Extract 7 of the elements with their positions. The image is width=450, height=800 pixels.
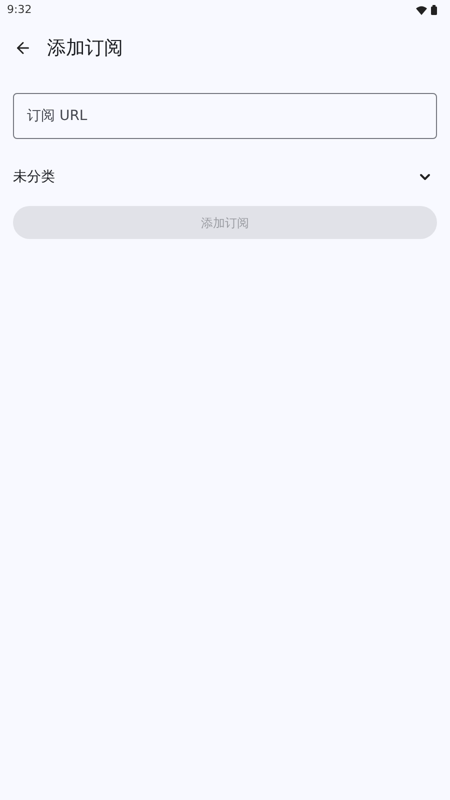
- page-title: 添加订阅: [47, 36, 123, 61]
- url-input-field[interactable]: 订阅 URL: [13, 93, 437, 139]
- wifi-icon: [416, 6, 427, 14]
- battery-icon: [431, 5, 437, 15]
- category-dropdown[interactable]: 未分类: [13, 159, 437, 195]
- status-time: 9:32: [7, 2, 32, 18]
- category-value: 未分类: [13, 168, 55, 186]
